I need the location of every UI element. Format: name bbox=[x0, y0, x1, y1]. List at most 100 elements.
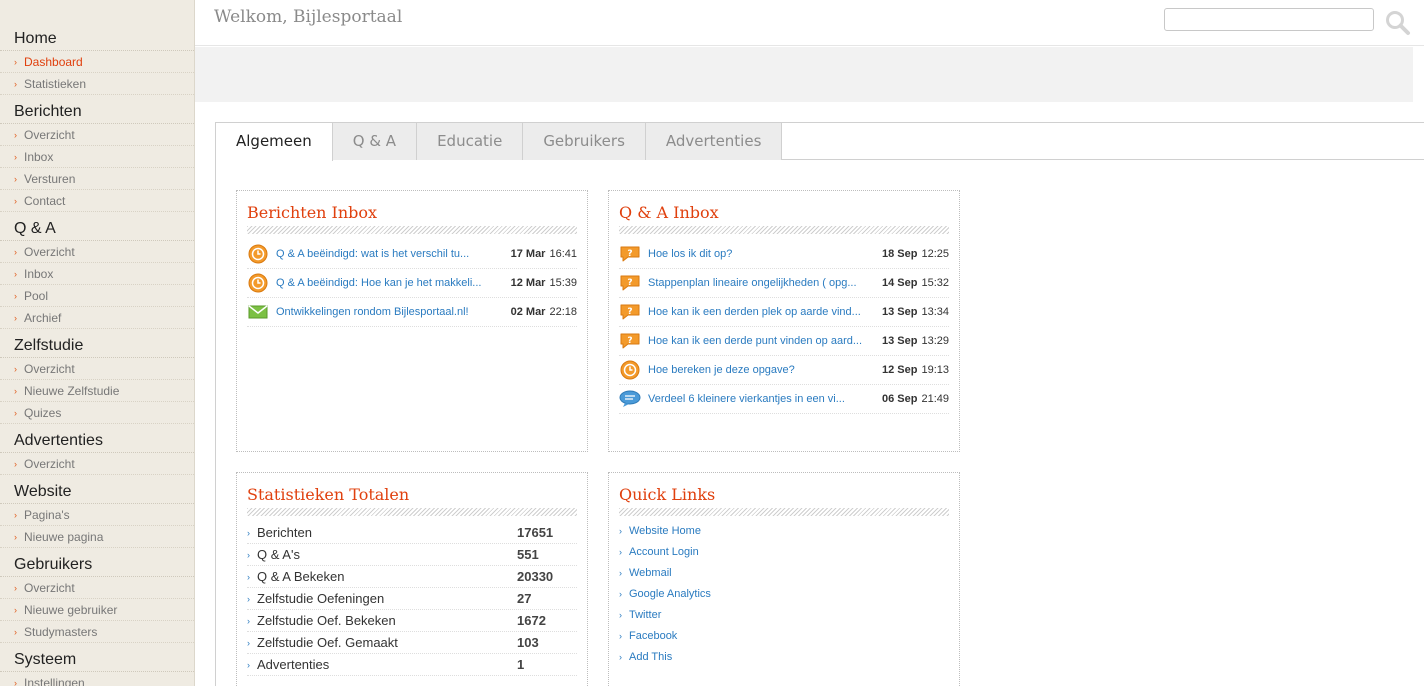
chevron-right-icon: › bbox=[14, 677, 17, 686]
chevron-right-icon: › bbox=[619, 609, 622, 620]
message-title-link[interactable]: Q & A beëindigd: Hoe kan je het makkeli.… bbox=[276, 277, 505, 289]
message-title-link[interactable]: Ontwikkelingen rondom Bijlesportaal.nl! bbox=[276, 306, 505, 318]
qa-inbox-row[interactable]: ? Hoe kan ik een derde punt vinden op aar… bbox=[619, 327, 949, 356]
sidebar-item-label: Inbox bbox=[24, 149, 54, 164]
envelope-icon bbox=[247, 303, 269, 321]
quick-link-google-analytics[interactable]: › Google Analytics bbox=[619, 583, 949, 604]
tab-algemeen[interactable]: Algemeen bbox=[216, 123, 333, 161]
svg-text:?: ? bbox=[627, 307, 632, 317]
chevron-right-icon: › bbox=[247, 593, 250, 604]
sidebar-item-home-statistieken[interactable]: › Statistieken bbox=[0, 73, 194, 95]
quick-link-facebook[interactable]: › Facebook bbox=[619, 625, 949, 646]
qa-inbox-row[interactable]: Hoe bereken je deze opgave? 12 Sep 19:13 bbox=[619, 356, 949, 385]
chevron-right-icon: › bbox=[14, 582, 17, 593]
search-icon[interactable] bbox=[1385, 10, 1411, 36]
stat-row-zelfstudie-oef-bekeken: › Zelfstudie Oef. Bekeken 1672 bbox=[247, 610, 577, 632]
clock-icon bbox=[619, 360, 641, 380]
quick-link-website-home[interactable]: › Website Home bbox=[619, 520, 949, 541]
stat-label: Q & A's bbox=[257, 547, 300, 562]
sidebar-item-label: Dashboard bbox=[24, 54, 83, 69]
sidebar-item-berichten-overzicht[interactable]: › Overzicht bbox=[0, 124, 194, 146]
chevron-right-icon: › bbox=[14, 626, 17, 637]
message-date: 13 Sep bbox=[882, 335, 918, 347]
qa-inbox-row[interactable]: ? Hoe los ik dit op? 18 Sep 12:25 bbox=[619, 240, 949, 269]
sidebar-item-website-pagina-s[interactable]: › Pagina's bbox=[0, 504, 194, 526]
berichten-inbox-row[interactable]: Q & A beëindigd: wat is het verschil tu.… bbox=[247, 240, 577, 269]
sidebar-item-q-a-inbox[interactable]: › Inbox bbox=[0, 263, 194, 285]
chevron-right-icon: › bbox=[14, 268, 17, 279]
sidebar-item-home-dashboard[interactable]: › Dashboard bbox=[0, 51, 194, 73]
message-title-link[interactable]: Hoe kan ik een derde punt vinden op aard… bbox=[648, 335, 876, 347]
qa-inbox-row[interactable]: ? Hoe kan ik een derden plek op aarde vin… bbox=[619, 298, 949, 327]
chevron-right-icon: › bbox=[247, 527, 250, 538]
sidebar-item-label: Overzicht bbox=[24, 456, 75, 471]
message-title-link[interactable]: Hoe los ik dit op? bbox=[648, 248, 876, 260]
message-time: 21:49 bbox=[921, 393, 949, 405]
chevron-right-icon: › bbox=[247, 615, 250, 626]
stat-value: 20330 bbox=[517, 569, 554, 584]
message-title-link[interactable]: Hoe kan ik een derden plek op aarde vind… bbox=[648, 306, 876, 318]
tab-gebruikers[interactable]: Gebruikers bbox=[523, 123, 646, 160]
sidebar-item-website-nieuwe-pagina[interactable]: › Nieuwe pagina bbox=[0, 526, 194, 548]
chevron-right-icon: › bbox=[247, 571, 250, 582]
message-title-link[interactable]: Verdeel 6 kleinere vierkantjes in een vi… bbox=[648, 393, 876, 405]
berichten-inbox-row[interactable]: Q & A beëindigd: Hoe kan je het makkeli.… bbox=[247, 269, 577, 298]
berichten-inbox-row[interactable]: Ontwikkelingen rondom Bijlesportaal.nl! 0… bbox=[247, 298, 577, 327]
search-input[interactable] bbox=[1164, 8, 1374, 31]
sidebar-item-label: Versturen bbox=[24, 171, 76, 186]
sidebar-section-gebruikers: Gebruikers bbox=[0, 548, 194, 577]
quick-link-twitter[interactable]: › Twitter bbox=[619, 604, 949, 625]
quick-link-add-this[interactable]: › Add This bbox=[619, 646, 949, 667]
sidebar-item-berichten-contact[interactable]: › Contact bbox=[0, 190, 194, 212]
message-date: 17 Mar bbox=[510, 248, 546, 260]
message-time: 19:13 bbox=[921, 364, 949, 376]
message-title-link[interactable]: Q & A beëindigd: wat is het verschil tu.… bbox=[276, 248, 505, 260]
divider bbox=[619, 226, 949, 234]
message-time: 15:39 bbox=[549, 277, 577, 289]
sidebar-item-zelfstudie-nieuwe-zelfstudie[interactable]: › Nieuwe Zelfstudie bbox=[0, 380, 194, 402]
sidebar: Home › Dashboard › Statistieken Berichten › Ove… bbox=[0, 0, 195, 686]
sidebar-item-systeem-instellingen[interactable]: › Instellingen bbox=[0, 672, 194, 686]
statistieken-title: Statistieken Totalen bbox=[247, 485, 410, 504]
divider bbox=[247, 508, 577, 516]
message-date: 18 Sep bbox=[882, 248, 918, 260]
sidebar-section-advertenties: Advertenties bbox=[0, 424, 194, 453]
sidebar-item-gebruikers-studymasters[interactable]: › Studymasters bbox=[0, 621, 194, 643]
qa-inbox-row[interactable]: ? Stappenplan lineaire ongelijkheden ( op… bbox=[619, 269, 949, 298]
message-title-link[interactable]: Hoe bereken je deze opgave? bbox=[648, 364, 876, 376]
sidebar-item-q-a-archief[interactable]: › Archief bbox=[0, 307, 194, 329]
quick-link-label: Google Analytics bbox=[629, 587, 711, 600]
qa-inbox-row[interactable]: Verdeel 6 kleinere vierkantjes in een vi… bbox=[619, 385, 949, 414]
quick-links-title: Quick Links bbox=[619, 485, 716, 504]
quick-link-label: Twitter bbox=[629, 608, 662, 621]
chevron-right-icon: › bbox=[619, 630, 622, 641]
sidebar-item-label: Pool bbox=[24, 288, 49, 303]
sidebar-item-advertenties-overzicht[interactable]: › Overzicht bbox=[0, 453, 194, 475]
sidebar-item-zelfstudie-overzicht[interactable]: › Overzicht bbox=[0, 358, 194, 380]
tab-q-a[interactable]: Q & A bbox=[332, 123, 418, 160]
welcome-title: Welkom, Bijlesportaal bbox=[214, 7, 403, 27]
sidebar-item-q-a-overzicht[interactable]: › Overzicht bbox=[0, 241, 194, 263]
stat-label: Berichten bbox=[257, 525, 312, 540]
tab-advertenties[interactable]: Advertenties bbox=[645, 123, 783, 160]
sidebar-item-gebruikers-nieuwe-gebruiker[interactable]: › Nieuwe gebruiker bbox=[0, 599, 194, 621]
stat-row-q-a-bekeken: › Q & A Bekeken 20330 bbox=[247, 566, 577, 588]
message-time: 16:41 bbox=[549, 248, 577, 260]
quick-link-account-login[interactable]: › Account Login bbox=[619, 541, 949, 562]
sidebar-item-zelfstudie-quizes[interactable]: › Quizes bbox=[0, 402, 194, 424]
chevron-right-icon: › bbox=[619, 567, 622, 578]
chevron-right-icon: › bbox=[14, 604, 17, 615]
tab-panel: Algemeen Q & A Educatie Gebruikers Advertent… bbox=[215, 122, 1424, 686]
chevron-right-icon: › bbox=[14, 531, 17, 542]
stat-label: Zelfstudie Oef. Bekeken bbox=[257, 613, 396, 628]
sidebar-item-q-a-pool[interactable]: › Pool bbox=[0, 285, 194, 307]
sidebar-item-berichten-versturen[interactable]: › Versturen bbox=[0, 168, 194, 190]
message-date: 02 Mar bbox=[510, 306, 546, 318]
sidebar-item-gebruikers-overzicht[interactable]: › Overzicht bbox=[0, 577, 194, 599]
message-time: 13:34 bbox=[921, 306, 949, 318]
quick-link-webmail[interactable]: › Webmail bbox=[619, 562, 949, 583]
sidebar-item-berichten-inbox[interactable]: › Inbox bbox=[0, 146, 194, 168]
tab-educatie[interactable]: Educatie bbox=[417, 123, 524, 160]
chevron-right-icon: › bbox=[247, 659, 250, 670]
message-title-link[interactable]: Stappenplan lineaire ongelijkheden ( opg… bbox=[648, 277, 876, 289]
